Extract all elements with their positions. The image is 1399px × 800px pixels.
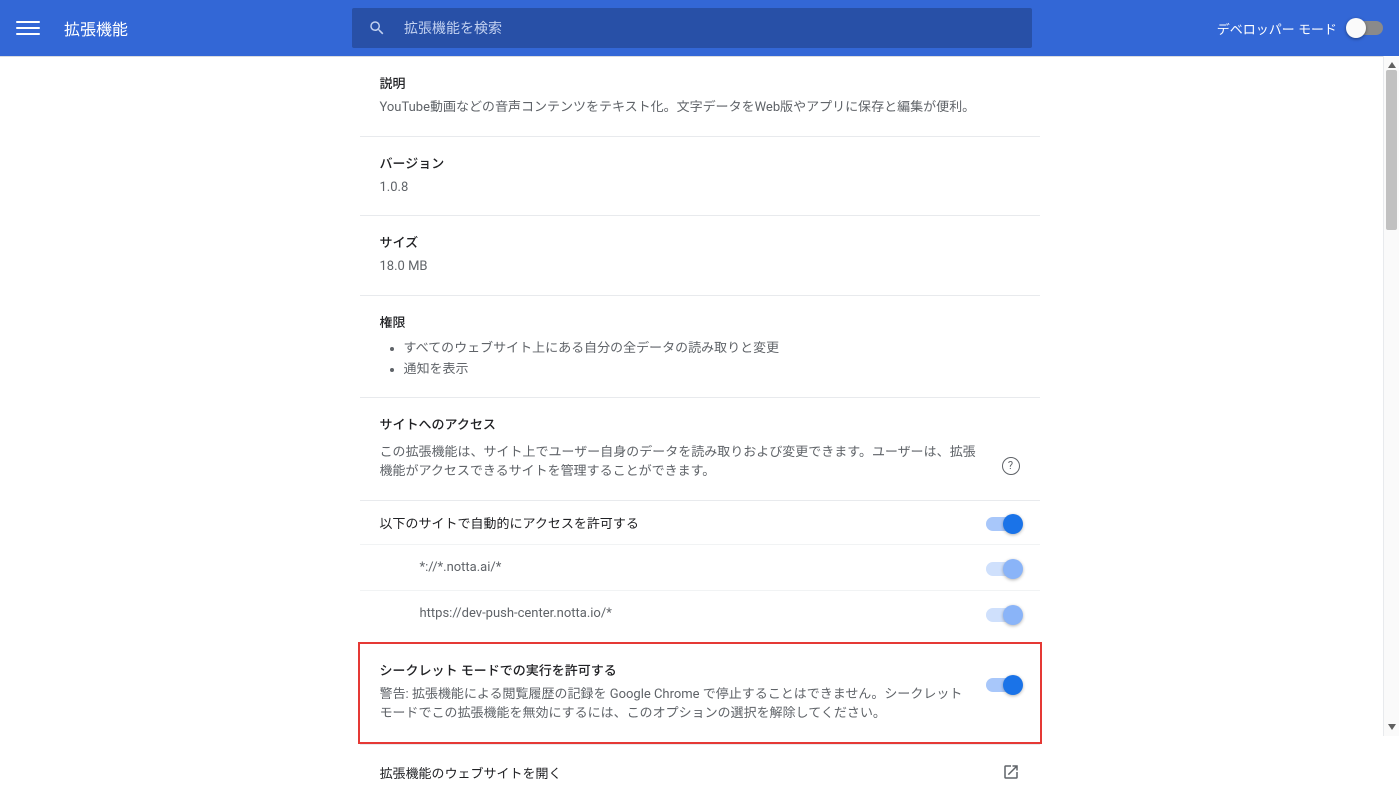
scroll-down-icon[interactable]	[1388, 724, 1396, 732]
search-box[interactable]	[352, 8, 1032, 48]
incognito-toggle[interactable]	[986, 678, 1020, 692]
site-toggle[interactable]	[986, 608, 1020, 622]
search-input[interactable]	[404, 20, 1016, 36]
auto-allow-section: 以下のサイトで自動的にアクセスを許可する *://*.notta.ai/* ht…	[360, 501, 1040, 642]
site-access-label: サイトへのアクセス	[380, 414, 1020, 433]
search-icon	[368, 19, 386, 37]
permissions-label: 権限	[380, 312, 1020, 331]
main-content: 説明 YouTube動画などの音声コンテンツをテキスト化。文字データをWeb版や…	[0, 56, 1399, 800]
permission-item: 通知を表示	[404, 358, 1020, 377]
site-pattern: https://dev-push-center.notta.io/*	[420, 606, 612, 621]
extension-detail-card: 説明 YouTube動画などの音声コンテンツをテキスト化。文字データをWeb版や…	[360, 57, 1040, 800]
dev-mode-toggle[interactable]	[1349, 21, 1383, 35]
incognito-section: シークレット モードでの実行を許可する 警告: 拡張機能による閲覧履歴の記録を …	[360, 644, 1040, 742]
description-label: 説明	[380, 73, 1020, 92]
version-section: バージョン 1.0.8	[360, 137, 1040, 217]
header-right: デベロッパー モード	[1217, 19, 1383, 38]
dev-mode-label: デベロッパー モード	[1217, 19, 1337, 38]
size-section: サイズ 18.0 MB	[360, 216, 1040, 296]
scrollbar-thumb[interactable]	[1386, 70, 1397, 230]
incognito-highlight: シークレット モードでの実行を許可する 警告: 拡張機能による閲覧履歴の記録を …	[358, 642, 1042, 744]
version-value: 1.0.8	[380, 178, 1020, 198]
site-access-body: この拡張機能は、サイト上でユーザー自身のデータを読み取りおよび変更できます。ユー…	[380, 443, 986, 482]
description-body: YouTube動画などの音声コンテンツをテキスト化。文字データをWeb版やアプリ…	[380, 98, 1020, 118]
hamburger-menu-icon[interactable]	[16, 16, 40, 40]
site-toggle[interactable]	[986, 562, 1020, 576]
incognito-label: シークレット モードでの実行を許可する	[380, 660, 970, 679]
size-label: サイズ	[380, 232, 1020, 251]
site-row: *://*.notta.ai/*	[360, 544, 1040, 590]
open-website-row[interactable]: 拡張機能のウェブサイトを開く	[360, 744, 1040, 800]
open-external-icon	[1002, 763, 1020, 781]
search-container	[352, 8, 1032, 48]
auto-allow-row: 以下のサイトで自動的にアクセスを許可する	[360, 501, 1040, 544]
site-row: https://dev-push-center.notta.io/*	[360, 590, 1040, 642]
site-access-section: サイトへのアクセス この拡張機能は、サイト上でユーザー自身のデータを読み取りおよ…	[360, 398, 1040, 501]
page-title: 拡張機能	[64, 16, 128, 40]
size-value: 18.0 MB	[380, 257, 1020, 277]
open-website-label: 拡張機能のウェブサイトを開く	[380, 763, 562, 782]
version-label: バージョン	[380, 153, 1020, 172]
scroll-up-icon[interactable]	[1388, 60, 1396, 68]
scrollbar[interactable]	[1383, 56, 1399, 736]
app-header: 拡張機能 デベロッパー モード	[0, 0, 1399, 56]
incognito-body: 警告: 拡張機能による閲覧履歴の記録を Google Chrome で停止するこ…	[380, 685, 970, 724]
description-section: 説明 YouTube動画などの音声コンテンツをテキスト化。文字データをWeb版や…	[360, 57, 1040, 137]
auto-allow-toggle[interactable]	[986, 517, 1020, 531]
help-icon[interactable]: ?	[1002, 457, 1020, 475]
permissions-list: すべてのウェブサイト上にある自分の全データの読み取りと変更 通知を表示	[380, 337, 1020, 377]
permissions-section: 権限 すべてのウェブサイト上にある自分の全データの読み取りと変更 通知を表示	[360, 296, 1040, 398]
permission-item: すべてのウェブサイト上にある自分の全データの読み取りと変更	[404, 337, 1020, 356]
site-pattern: *://*.notta.ai/*	[420, 560, 502, 575]
auto-allow-label: 以下のサイトで自動的にアクセスを許可する	[380, 513, 639, 532]
